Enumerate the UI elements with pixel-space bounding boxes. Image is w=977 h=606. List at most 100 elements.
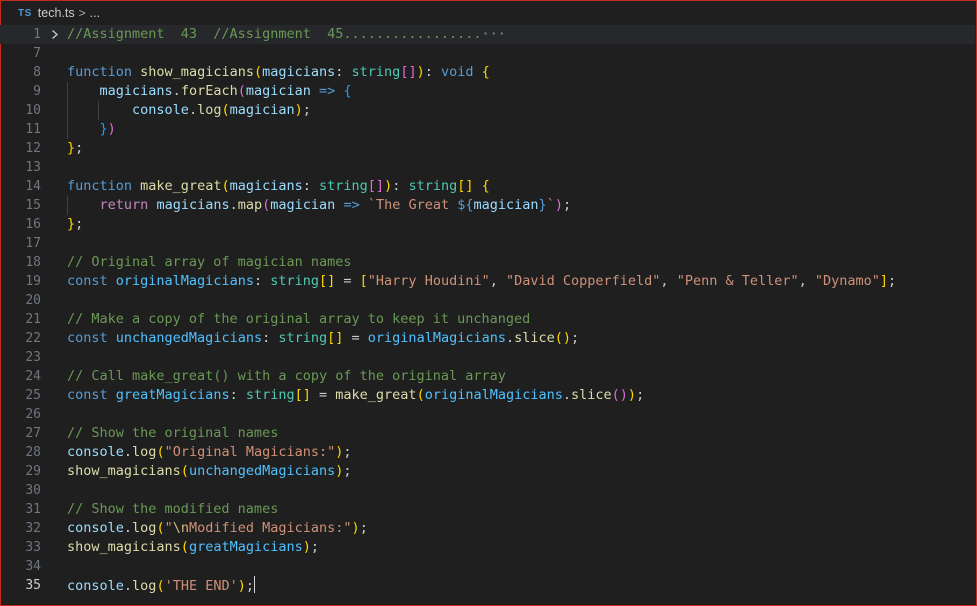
code-line[interactable]: 20 <box>0 291 975 310</box>
code-token: ) <box>294 102 303 118</box>
code-token: forEach <box>180 83 238 99</box>
code-token: ( <box>180 463 189 479</box>
code-token: Modified Magicians:" <box>188 520 352 536</box>
code-token: console <box>67 520 124 536</box>
code-token: map <box>237 197 263 213</box>
code-token: . <box>505 330 515 346</box>
code-line[interactable]: 18 // Original array of magician names <box>0 253 975 272</box>
code-token: ( <box>416 387 425 403</box>
code-line[interactable]: 33 show_magicians(greatMagicians); <box>0 538 975 557</box>
code-token: } <box>67 140 76 156</box>
code-text: // Call make_great() with a copy of the … <box>67 367 506 386</box>
code-line[interactable]: 19 const originalMagicians: string[] = ["… <box>0 272 975 291</box>
code-text: console.log("\nModified Magicians:"); <box>67 519 368 538</box>
code-token: ; <box>562 197 572 213</box>
code-token: ; <box>302 102 311 118</box>
code-token: ; <box>888 273 897 289</box>
code-line[interactable]: 10 console.log(magician); <box>0 101 975 120</box>
code-token: slice <box>571 387 612 403</box>
code-token: ; <box>571 330 580 346</box>
code-line[interactable]: 25 const greatMagicians: string[] = make_… <box>0 386 975 405</box>
code-line[interactable]: 35 console.log('THE END'); <box>0 576 975 595</box>
code-token: const <box>67 387 108 403</box>
code-token: ) <box>384 178 393 194</box>
code-token: . <box>188 102 198 118</box>
code-token: console <box>67 578 124 594</box>
code-token: "Harry Houdini" <box>367 273 490 289</box>
line-number: 14 <box>25 179 41 194</box>
code-token: , <box>489 273 506 289</box>
code-line[interactable]: 13 <box>0 158 975 177</box>
code-token: { <box>481 64 490 80</box>
code-line[interactable]: 1 //Assignment 43 //Assignment 45........… <box>0 25 975 44</box>
code-token: originalMagicians <box>424 387 563 403</box>
code-token: // Make a copy of the original array to … <box>67 311 531 327</box>
code-line[interactable]: 14 function make_great(magicians: string[… <box>0 177 975 196</box>
code-token: ; <box>343 463 352 479</box>
code-token: ( <box>180 539 189 555</box>
code-token: "Original Magicians:" <box>164 444 336 460</box>
line-number: 33 <box>25 540 41 555</box>
code-token: ( <box>253 64 263 80</box>
breadcrumb[interactable]: TS tech.ts > ... <box>18 4 100 22</box>
code-token: function <box>67 64 133 80</box>
code-text: // Make a copy of the original array to … <box>67 310 530 329</box>
code-line[interactable]: 7 <box>0 44 975 63</box>
code-line[interactable]: 16}; <box>0 215 975 234</box>
code-token: "Penn & Teller" <box>676 273 799 289</box>
line-number: 34 <box>25 559 41 574</box>
breadcrumb-file[interactable]: tech.ts <box>38 6 75 20</box>
code-token: [ <box>359 273 368 289</box>
code-token: string <box>270 273 319 289</box>
code-token: [] <box>367 178 385 194</box>
code-line[interactable]: 28 console.log("Original Magicians:"); <box>0 443 975 462</box>
code-token: () <box>611 387 628 403</box>
code-token: = <box>335 273 360 289</box>
code-token: => <box>343 197 360 213</box>
line-number: 25 <box>25 388 41 403</box>
code-token: ; <box>359 520 368 536</box>
code-line[interactable]: 15 return magicians.map(magician => `The… <box>0 196 975 215</box>
code-line[interactable]: 32 console.log("\nModified Magicians:"); <box>0 519 975 538</box>
code-token: ) <box>627 387 637 403</box>
code-token: `The Great <box>367 197 458 213</box>
code-text: show_magicians(greatMagicians); <box>67 538 319 557</box>
code-token: "David Copperfield" <box>505 273 661 289</box>
code-line[interactable]: 11 }) <box>0 120 975 139</box>
code-line[interactable]: 21 // Make a copy of the original array t… <box>0 310 975 329</box>
line-number: 29 <box>25 464 41 479</box>
code-line[interactable]: 30 <box>0 481 975 500</box>
code-line[interactable]: 34 <box>0 557 975 576</box>
code-token: ; <box>75 140 84 156</box>
code-token: ( <box>221 178 230 194</box>
code-line[interactable]: 8 function show_magicians(magicians: stri… <box>0 63 975 82</box>
code-token: log <box>132 444 157 460</box>
breadcrumb-symbol[interactable]: ... <box>90 6 100 20</box>
code-token: //Assignment 43 //Assignment 45.........… <box>67 26 482 42</box>
code-line[interactable]: 9 magicians.forEach(magician => { <box>0 82 975 101</box>
code-line[interactable]: 17 <box>0 234 975 253</box>
code-token: console <box>132 102 189 118</box>
code-token: . <box>123 520 133 536</box>
code-line[interactable]: 12}; <box>0 139 975 158</box>
code-line[interactable]: 23 <box>0 348 975 367</box>
code-token: } <box>99 121 108 137</box>
code-line[interactable]: 31 // Show the modified names <box>0 500 975 519</box>
code-line[interactable]: 22 const unchangedMagicians: string[] = o… <box>0 329 975 348</box>
code-token: string <box>319 178 368 194</box>
code-text: console.log(magician); <box>67 101 311 120</box>
code-line[interactable]: 24 // Call make_great() with a copy of th… <box>0 367 975 386</box>
code-line[interactable]: 26 <box>0 405 975 424</box>
code-line[interactable]: 29 show_magicians(unchangedMagicians); <box>0 462 975 481</box>
code-token: string <box>245 387 295 403</box>
line-number: 7 <box>33 46 41 61</box>
code-token: : <box>424 64 441 80</box>
code-line[interactable]: 27 // Show the original names <box>0 424 975 443</box>
code-token: : <box>335 64 352 80</box>
text-cursor <box>254 576 256 593</box>
code-token: string <box>408 178 458 194</box>
code-text: console.log("Original Magicians:"); <box>67 443 352 462</box>
